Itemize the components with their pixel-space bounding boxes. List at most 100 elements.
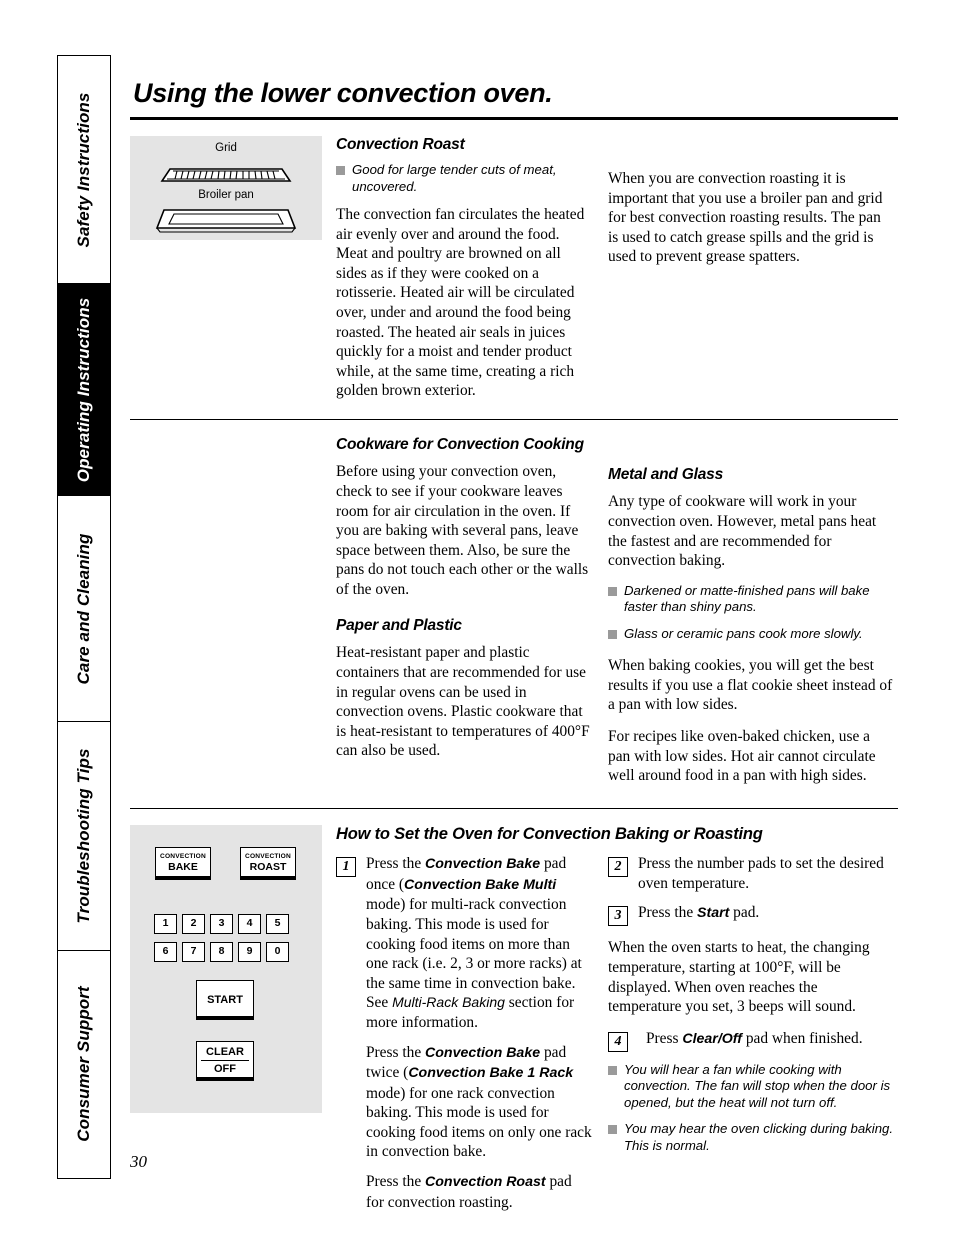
note-text: Glass or ceramic pans cook more slowly. bbox=[624, 625, 863, 641]
convection-roast-heading: Convection Roast bbox=[336, 136, 465, 153]
step-2-paragraph: Press the number pads to set the desired… bbox=[638, 855, 884, 892]
how-to-set-body: How to Set the Oven for Convection Bakin… bbox=[336, 825, 898, 1222]
paper-plastic-heading: Paper and Plastic bbox=[336, 617, 462, 635]
note-text: Good for large tender cuts of meat, unco… bbox=[352, 162, 557, 194]
step-3-number: 3 bbox=[608, 906, 628, 927]
number-pad-3[interactable]: 3 bbox=[210, 914, 233, 935]
number-pad-7[interactable]: 7 bbox=[182, 942, 205, 963]
broiler-pan-label: Broiler pan bbox=[198, 189, 254, 201]
convection-roast-pad[interactable]: CONVECTION ROAST bbox=[240, 847, 296, 881]
page-number: 30 bbox=[130, 1152, 147, 1171]
metal-glass-note: Glass or ceramic pans cook more slowly. bbox=[608, 626, 894, 643]
convection-bake-multi-ref: Convection Bake Multi bbox=[404, 876, 557, 893]
sidebar-tab-troubleshooting-tips[interactable]: Troubleshooting Tips bbox=[58, 722, 110, 951]
convection-roast-text: Convection Roast Good for large tender c… bbox=[336, 136, 608, 401]
step-3: 3 Press the Start pad. bbox=[608, 903, 894, 927]
sidebar-tab-label: Troubleshooting Tips bbox=[74, 748, 93, 924]
title-rule bbox=[130, 117, 898, 120]
section-cookware: Cookware for Convection Cooking Before u… bbox=[130, 436, 898, 785]
number-pad-9[interactable]: 9 bbox=[238, 942, 261, 963]
how-to-note: You may hear the oven clicking during ba… bbox=[608, 1121, 894, 1154]
convection-bake-pad-line1: CONVECTION bbox=[160, 853, 206, 861]
how-to-note: You will hear a fan while cooking with c… bbox=[608, 1062, 894, 1112]
t: pad when finished. bbox=[742, 1029, 863, 1047]
metal-glass-text: Metal and Glass Any type of cookware wil… bbox=[608, 436, 894, 785]
sidebar-tab-safety-instructions[interactable]: Safety Instructions bbox=[58, 56, 110, 284]
step-2-text: Press the number pads to set the desired… bbox=[638, 854, 894, 893]
metal-glass-body: Any type of cookware will work in your c… bbox=[608, 493, 877, 570]
sidebar-tab-label: Care and Cleaning bbox=[74, 533, 93, 684]
step-1-paragraph-1: Press the Convection Bake pad once (Conv… bbox=[366, 854, 592, 1032]
how-to-set-heading: How to Set the Oven for Convection Bakin… bbox=[336, 825, 763, 844]
convection-bake-pad[interactable]: CONVECTION BAKE bbox=[155, 847, 211, 881]
metal-glass-body-2: When baking cookies, you will get the be… bbox=[608, 657, 893, 714]
page-title: Using the lower convection oven. bbox=[133, 78, 553, 108]
square-bullet-icon bbox=[336, 166, 345, 175]
number-pad-2[interactable]: 2 bbox=[182, 914, 205, 935]
sidebar-tab-label: Consumer Support bbox=[74, 986, 93, 1142]
step-3-paragraph: Press the Start pad. bbox=[638, 903, 759, 924]
paper-plastic-body: Heat-resistant paper and plastic contain… bbox=[336, 644, 590, 760]
step-4-text: Press Clear/Off pad when finished. bbox=[638, 1029, 863, 1050]
number-pad-8[interactable]: 8 bbox=[210, 942, 233, 963]
square-bullet-icon bbox=[608, 1065, 617, 1075]
number-pad-4[interactable]: 4 bbox=[238, 914, 261, 935]
clear-off-pad-ref: Clear/Off bbox=[682, 1030, 743, 1047]
step-1-paragraph-3: Press the Convection Roast pad for conve… bbox=[366, 1172, 592, 1212]
start-pad-ref: Start bbox=[697, 905, 730, 922]
cookware-text: Cookware for Convection Cooking Before u… bbox=[336, 436, 608, 761]
convection-roast-pad-ref: Convection Roast bbox=[425, 1174, 546, 1191]
convection-bake-1-rack-ref: Convection Bake 1 Rack bbox=[408, 1065, 574, 1082]
sidebar-tab-label: Operating Instructions bbox=[74, 297, 93, 482]
pan-art-box: Grid Broiler pan bbox=[130, 136, 322, 240]
section-divider-2 bbox=[130, 807, 898, 810]
t: pad. bbox=[729, 904, 760, 922]
step-1-paragraph-2: Press the Convection Bake pad twice (Con… bbox=[366, 1043, 592, 1163]
convection-roast-note: Good for large tender cuts of meat, unco… bbox=[336, 162, 592, 195]
broiler-pan-illustration: Grid Broiler pan bbox=[130, 136, 322, 240]
t: Press bbox=[646, 1029, 683, 1047]
number-pad-0[interactable]: 0 bbox=[266, 942, 289, 963]
note-text: You will hear a fan while cooking with c… bbox=[624, 1061, 891, 1110]
section-divider-1 bbox=[130, 418, 898, 421]
t: Press the bbox=[366, 1043, 425, 1061]
note-text: You may hear the oven clicking during ba… bbox=[624, 1121, 894, 1153]
square-bullet-icon bbox=[608, 586, 617, 596]
clear-off-pad[interactable]: CLEAR OFF bbox=[196, 1041, 254, 1082]
step-2: 2 Press the number pads to set the desir… bbox=[608, 854, 894, 893]
sidebar-tab-consumer-support[interactable]: Consumer Support bbox=[58, 951, 110, 1177]
step-1-text: Press the Convection Bake pad once (Conv… bbox=[366, 854, 592, 1212]
multi-rack-baking-ref: Multi-Rack Baking bbox=[392, 994, 505, 1011]
convection-roast-pad-line2: ROAST bbox=[249, 861, 287, 874]
square-bullet-icon bbox=[608, 1125, 617, 1135]
number-pad-6[interactable]: 6 bbox=[154, 942, 177, 963]
start-pad[interactable]: START bbox=[196, 980, 254, 1021]
sidebar-tab-operating-instructions[interactable]: Operating Instructions bbox=[58, 284, 110, 496]
cookware-body: Before using your convection oven, check… bbox=[336, 463, 589, 598]
convection-roast-side-text: When you are convection roasting it is i… bbox=[608, 136, 894, 267]
convection-bake-pad-ref: Convection Bake bbox=[425, 856, 541, 873]
metal-glass-heading: Metal and Glass bbox=[608, 466, 724, 484]
convection-bake-pad-line2: BAKE bbox=[168, 861, 198, 874]
convection-roast-body: The convection fan circulates the heated… bbox=[336, 206, 585, 400]
clear-label: CLEAR bbox=[201, 1045, 249, 1062]
heat-note: When the oven starts to heat, the changi… bbox=[608, 939, 870, 1016]
metal-glass-note: Darkened or matte-finished pans will bak… bbox=[608, 583, 894, 616]
sidebar-tab-care-and-cleaning[interactable]: Care and Cleaning bbox=[58, 496, 110, 722]
control-panel-illustration: CONVECTION BAKE CONVECTION ROAST 1 2 3 4… bbox=[130, 825, 322, 1114]
convection-bake-pad-ref: Convection Bake bbox=[425, 1044, 541, 1061]
control-panel-art-box: CONVECTION BAKE CONVECTION ROAST 1 2 3 4… bbox=[130, 825, 322, 1114]
step-4-number: 4 bbox=[608, 1031, 628, 1052]
step-2-number: 2 bbox=[608, 857, 628, 878]
section-how-to-set: CONVECTION BAKE CONVECTION ROAST 1 2 3 4… bbox=[130, 825, 898, 1222]
step-1: 1 Press the Convection Bake pad once (Co… bbox=[336, 854, 592, 1212]
note-text: Darkened or matte-finished pans will bak… bbox=[624, 582, 870, 615]
step-4: 4 Press Clear/Off pad when finished. bbox=[608, 1029, 894, 1052]
t: Press the bbox=[366, 1173, 425, 1191]
section-tab-rail: Safety Instructions Operating Instructio… bbox=[57, 55, 111, 1179]
convection-roast-pad-line1: CONVECTION bbox=[245, 853, 291, 861]
number-pad-1[interactable]: 1 bbox=[154, 914, 177, 935]
number-pad-5[interactable]: 5 bbox=[266, 914, 289, 935]
metal-glass-body-3: For recipes like oven-baked chicken, use… bbox=[608, 727, 876, 785]
step-3-text: Press the Start pad. bbox=[638, 903, 759, 924]
